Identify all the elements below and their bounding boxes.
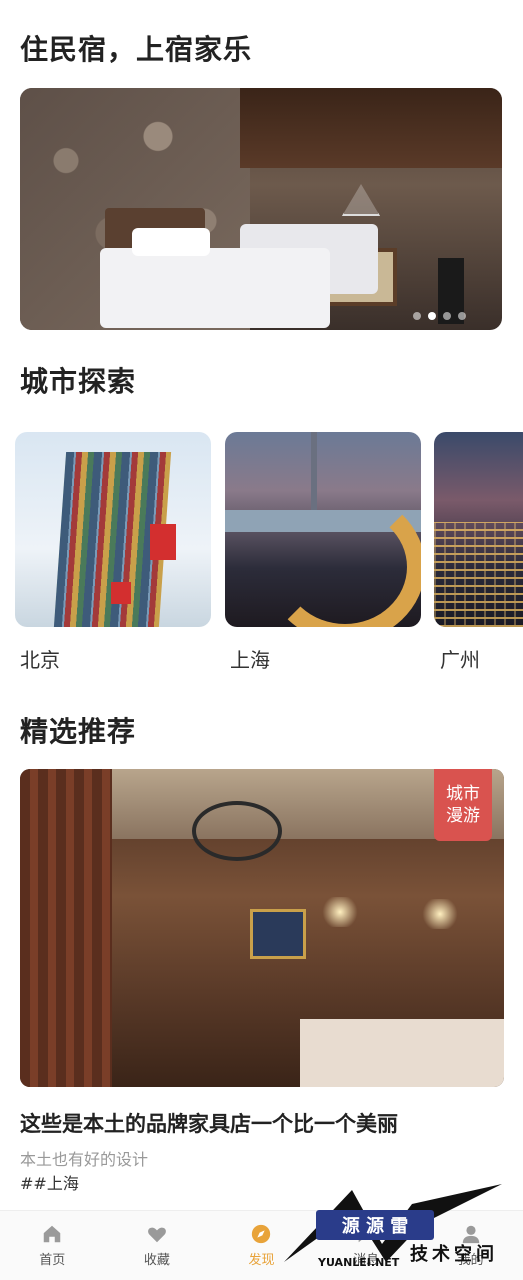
tab-home[interactable]: 首页 [0, 1211, 105, 1280]
city-label-beijing[interactable]: 北京 [20, 644, 60, 673]
city-lights [434, 522, 523, 627]
tab-favorites[interactable]: 收藏 [105, 1211, 210, 1280]
highway [265, 492, 421, 627]
carousel-dot[interactable] [458, 312, 466, 320]
carousel-indicator[interactable] [413, 312, 466, 320]
home-icon [44, 1225, 61, 1243]
lamp-glow [420, 899, 460, 929]
city-card-guangzhou[interactable] [434, 432, 523, 627]
bar-counter [300, 1019, 504, 1087]
recommend-tag[interactable]: ##上海 [20, 1170, 79, 1194]
watermark: 源 源 雷 技术空间 YUANLEI.NET [282, 1184, 522, 1280]
pendant-lamp [342, 184, 380, 216]
city-label-guangzhou[interactable]: 广州 [440, 644, 480, 673]
category-badge: 城市漫游 [434, 769, 492, 841]
city-card-shanghai[interactable] [225, 432, 421, 627]
wood-door [20, 769, 112, 1087]
shop-sign [250, 909, 306, 959]
section-title-cities: 城市探索 [20, 365, 137, 398]
store-sign [150, 524, 176, 560]
carousel-dot[interactable] [413, 312, 421, 320]
recommend-description: 本土也有好的设计 [20, 1150, 149, 1169]
pillow [132, 228, 210, 256]
recommend-card-image[interactable]: 城市漫游 [20, 769, 504, 1087]
compass-icon [252, 1224, 271, 1244]
hanging-bicycle [192, 801, 282, 861]
bed-left [100, 248, 330, 328]
section-title-recommend: 精选推荐 [20, 715, 137, 748]
recommend-title[interactable]: 这些是本土的品牌家具店一个比一个美丽 [20, 1108, 398, 1138]
store-sign [111, 582, 131, 604]
section-title-hero: 住民宿，上宿家乐 [20, 33, 253, 66]
city-card-beijing[interactable] [15, 432, 211, 627]
wood-roof [240, 88, 502, 168]
hero-banner[interactable] [20, 88, 502, 330]
watermark-url: YUANLEI.NET [318, 1256, 400, 1269]
watermark-text: 技术空间 [410, 1244, 498, 1265]
lamp-glow [320, 897, 360, 927]
heart-icon [147, 1227, 166, 1243]
tab-label: 发现 [248, 1253, 275, 1268]
carousel-dot[interactable] [443, 312, 451, 320]
city-label-shanghai[interactable]: 上海 [230, 644, 270, 673]
carousel-dot-active[interactable] [428, 312, 436, 320]
tab-label: 首页 [39, 1253, 66, 1268]
tab-label: 收藏 [143, 1253, 170, 1268]
watermark-box: 源 源 雷 [316, 1210, 434, 1240]
